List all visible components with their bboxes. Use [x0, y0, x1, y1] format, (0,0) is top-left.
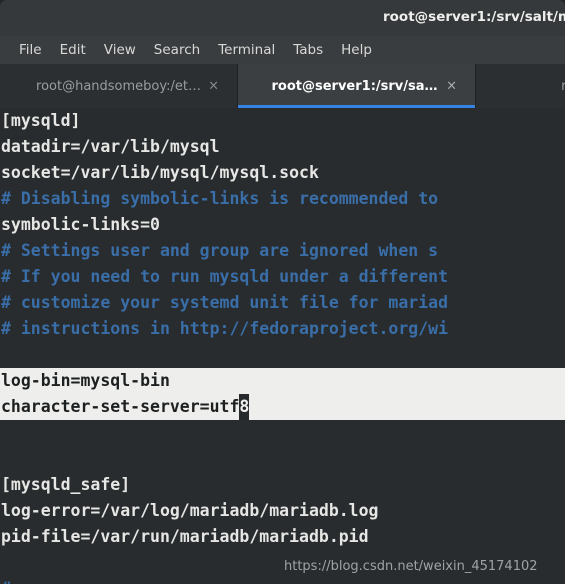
terminal-line-text: [1, 449, 11, 468]
terminal-line-text: datadir=/var/lib/mysql: [1, 137, 220, 156]
terminal-line: [mysqld]: [0, 108, 565, 134]
terminal-line-text: # customize your systemd unit file for m…: [1, 293, 449, 312]
terminal-line: [0, 446, 565, 472]
terminal-line: [mysqld_safe]: [0, 472, 565, 498]
menu-item-view[interactable]: View: [95, 39, 145, 61]
terminal-screen[interactable]: [mysqld] datadir=/var/lib/mysql socket=/va…: [0, 108, 565, 584]
terminal-line: # If you need to run mysqld under a diff…: [0, 264, 565, 290]
terminal-line: log-error=/var/log/mariadb/mariadb.log: [0, 498, 565, 524]
menu-item-edit[interactable]: Edit: [51, 39, 95, 61]
tab-server1-third[interactable]: root@serv: [476, 64, 565, 108]
window-title: root@server1:/srv/salt/m: [383, 9, 565, 25]
tab-close-icon[interactable]: ×: [208, 80, 219, 93]
terminal-line-text: [mysqld_safe]: [1, 475, 131, 494]
terminal-line-text: [mysqld]: [1, 111, 81, 130]
terminal-line: # Settings user and group are ignored wh…: [0, 238, 565, 264]
terminal-line-text: log-bin=mysql-bin: [1, 371, 170, 390]
terminal-line: pid-file=/var/run/mariadb/mariadb.pid: [0, 524, 565, 550]
terminal-line: symbolic-links=0: [0, 212, 565, 238]
terminal-line-text: socket=/var/lib/mysql/mysql.sock: [1, 163, 319, 182]
terminal-line-text: # Settings user and group are ignored wh…: [1, 241, 439, 260]
terminal-line-text: # instructions in http://fedoraproject.o…: [1, 319, 449, 338]
terminal-window: root@server1:/srv/salt/m File Edit View …: [0, 0, 565, 584]
tab-close-icon[interactable]: ×: [446, 80, 457, 93]
text-cursor: 8: [239, 394, 250, 420]
menu-item-file[interactable]: File: [10, 39, 51, 61]
terminal-line: #: [0, 576, 565, 584]
menu-bar: File Edit View Search Terminal Tabs Help: [0, 36, 565, 64]
terminal-line: # instructions in http://fedoraproject.o…: [0, 316, 565, 342]
terminal-line: socket=/var/lib/mysql/mysql.sock: [0, 160, 565, 186]
tab-label: root@server1:/srv/salt/…: [271, 78, 442, 94]
window-titlebar: root@server1:/srv/salt/m: [0, 0, 565, 36]
terminal-line-text: pid-file=/var/run/mariadb/mariadb.pid: [1, 527, 369, 546]
tab-label: root@serv: [561, 79, 565, 94]
tab-label: root@handsomeboy:/et…: [36, 78, 201, 94]
terminal-line-text: # Disabling symbolic-links is recommende…: [1, 189, 439, 208]
terminal-line: [0, 550, 565, 576]
terminal-line-text: [1, 423, 11, 442]
tab-handsomeboy[interactable]: root@handsomeboy:/et… ×: [0, 64, 238, 108]
terminal-line-text: #: [1, 579, 11, 584]
tab-server1-salt[interactable]: root@server1:/srv/salt/… ×: [238, 64, 476, 108]
terminal-line-text: symbolic-links=0: [1, 215, 160, 234]
menu-item-terminal[interactable]: Terminal: [209, 39, 284, 61]
terminal-line: # customize your systemd unit file for m…: [0, 290, 565, 316]
terminal-line: datadir=/var/lib/mysql: [0, 134, 565, 160]
menu-item-search[interactable]: Search: [145, 39, 209, 61]
terminal-line: # Disabling symbolic-links is recommende…: [0, 186, 565, 212]
tab-bar: root@handsomeboy:/et… × root@server1:/sr…: [0, 64, 565, 108]
terminal-line: log-bin=mysql-bin: [0, 368, 565, 394]
terminal-line: [0, 342, 565, 368]
terminal-line-text: [1, 553, 11, 572]
terminal-line: [0, 420, 565, 446]
terminal-line-text: log-error=/var/log/mariadb/mariadb.log: [1, 501, 379, 520]
menu-item-tabs[interactable]: Tabs: [284, 39, 332, 61]
terminal-line-text: [1, 345, 11, 364]
terminal-line: character-set-server=utf8: [0, 394, 565, 420]
menu-item-help[interactable]: Help: [332, 39, 381, 61]
terminal-text-area[interactable]: [mysqld] datadir=/var/lib/mysql socket=/va…: [0, 108, 565, 584]
terminal-line-text: # If you need to run mysqld under a diff…: [1, 267, 449, 286]
terminal-line-text: character-set-server=utf: [1, 397, 240, 416]
